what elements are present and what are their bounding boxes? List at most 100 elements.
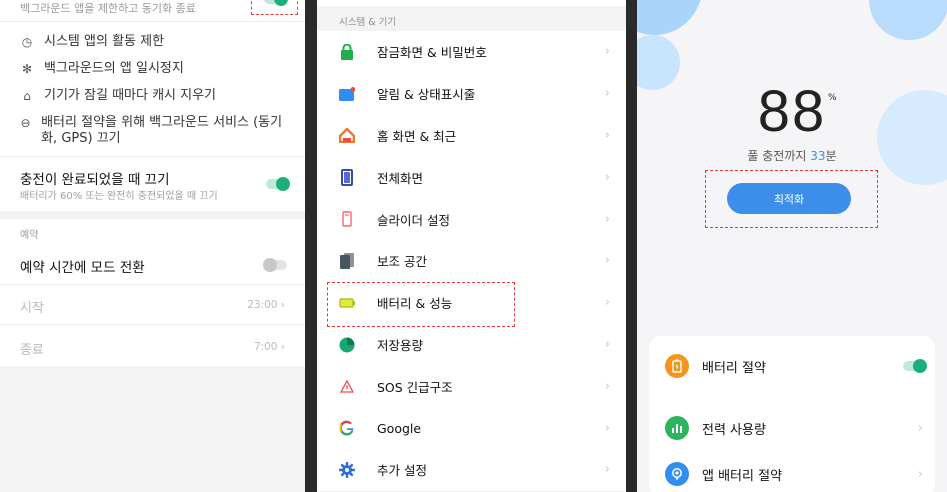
charge-off-subtitle: 배터리가 60% 또는 완전히 충전되었을 때 끄기	[20, 191, 218, 202]
card-row-battery-saver[interactable]: 배터리 절약	[649, 342, 935, 390]
battery-saver-description: 백그라운드 앱을 제한하고 동기화 종료	[20, 2, 196, 15]
card-row-app-battery-saver[interactable]: 앱 배터리 절약 ›	[649, 450, 935, 492]
start-time-value: 23:00	[247, 299, 278, 311]
charge-off-title: 충전이 완료되었을 때 끄기	[20, 172, 170, 188]
end-time-label: 종료	[20, 343, 44, 358]
chevron-right-icon: ›	[604, 127, 610, 143]
settings-item-slider[interactable]: 슬라이더 설정 ›	[317, 198, 626, 240]
full-charge-estimate: 풀 충전까지 33분	[637, 147, 947, 164]
schedule-toggle-label: 예약 시간에 모드 전환	[20, 260, 145, 276]
settings-item-label: 추가 설정	[377, 463, 427, 479]
settings-item-second-space[interactable]: 보조 공간 ›	[317, 240, 626, 282]
settings-list-panel: 시스템 & 기기 잠금화면 & 비밀번호 › 알림 & 상태표시줄 › 홈 화면…	[317, 0, 626, 492]
home-icon	[339, 128, 355, 144]
end-time-value: 7:00	[253, 341, 278, 353]
chevron-right-icon: ›	[917, 420, 923, 436]
battery-percent: 88	[757, 79, 827, 144]
battery-options-card: 배터리 절약 전력 사용량 › 앱 배터리 절약 ›	[649, 336, 935, 492]
charge-off-toggle[interactable]	[266, 177, 290, 191]
percent-sign: %	[828, 93, 837, 103]
settings-item-label: 홈 화면 & 최근	[377, 128, 457, 144]
divider	[0, 284, 305, 285]
option-text: 배터리 절약을 위해 백그라운드 서비스 (동기화, GPS) 끄기	[41, 115, 283, 146]
chevron-right-icon: ›	[604, 253, 610, 269]
card-row-label: 전력 사용량	[702, 422, 766, 438]
gear-icon	[339, 461, 355, 478]
chevron-right-icon: ›	[604, 211, 610, 227]
chevron-right-icon: ›	[917, 466, 923, 482]
start-time-label: 시작	[20, 301, 44, 316]
option-text: 기기가 잠길 때마다 캐시 지우기	[44, 88, 217, 103]
settings-list: 잠금화면 & 비밀번호 › 알림 & 상태표시줄 › 홈 화면 & 최근 › 전…	[317, 31, 626, 491]
chevron-right-icon: ›	[604, 462, 610, 478]
battery-saver-toggle[interactable]	[903, 359, 927, 373]
google-icon	[339, 420, 355, 436]
option-limit-system-apps: ◷ 시스템 앱의 활동 제한	[20, 34, 164, 50]
broom-icon: ⌂	[23, 89, 31, 103]
settings-item-label: 슬라이더 설정	[377, 212, 450, 228]
fullscreen-icon	[339, 168, 355, 186]
app-battery-icon	[665, 462, 689, 486]
battery-saver-icon	[665, 354, 689, 378]
settings-item-label: SOS 긴급구조	[377, 379, 453, 395]
clone-icon	[339, 252, 355, 269]
settings-item-home-screen[interactable]: 홈 화면 & 최근 ›	[317, 115, 626, 157]
empty-area	[0, 366, 305, 492]
settings-item-label: 보조 공간	[377, 254, 427, 270]
battery-overview-panel: 88 % 풀 충전까지 33분 최적화 배터리 절약 전력 사용량 › 앱 배터…	[637, 0, 947, 492]
highlight-box	[705, 170, 878, 228]
charge-prefix: 풀 충전까지	[747, 149, 811, 163]
chevron-right-icon: ›	[604, 169, 610, 185]
decorative-bubble	[637, 0, 702, 35]
bar-chart-icon	[665, 416, 689, 440]
start-time-row[interactable]: 23:00 ›	[247, 299, 285, 311]
settings-item-label: 전체화면	[377, 170, 424, 186]
option-disable-background-services: ⊖ 배터리 절약을 위해 백그라운드 서비스 (동기화, GPS) 끄기	[20, 115, 295, 147]
option-clear-cache-on-lock: ⌂ 기기가 잠길 때마다 캐시 지우기	[20, 88, 216, 104]
option-text: 백그라운드의 앱 일시정지	[44, 61, 184, 76]
card-row-power-usage[interactable]: 전력 사용량 ›	[649, 404, 935, 452]
card-row-label: 배터리 절약	[702, 360, 766, 376]
section-separator	[0, 211, 305, 219]
charge-minutes: 33	[810, 149, 826, 163]
notification-icon	[339, 86, 355, 102]
battery-saver-settings-panel: 백그라운드 앱을 제한하고 동기화 종료 ◷ 시스템 앱의 활동 제한 ✻ 백그…	[0, 0, 305, 492]
decorative-bubble	[869, 0, 947, 40]
settings-item-label: Google	[377, 420, 422, 436]
chevron-right-icon: ›	[604, 86, 610, 102]
divider	[0, 156, 305, 157]
chevron-right-icon: ›	[604, 295, 610, 311]
settings-item-fullscreen[interactable]: 전체화면 ›	[317, 156, 626, 198]
lock-icon	[339, 44, 355, 60]
chevron-right-icon: ›	[604, 44, 610, 60]
storage-icon	[339, 337, 355, 353]
section-caption: 시스템 & 기기	[339, 17, 397, 28]
charge-suffix: 분	[825, 149, 837, 163]
settings-item-notifications[interactable]: 알림 & 상태표시줄 ›	[317, 73, 626, 115]
card-row-label: 앱 배터리 절약	[702, 468, 783, 484]
snowflake-icon: ✻	[21, 62, 33, 76]
highlight-box	[251, 0, 298, 15]
settings-item-label: 잠금화면 & 비밀번호	[377, 45, 487, 61]
slider-icon	[339, 211, 355, 227]
settings-item-lock-screen[interactable]: 잠금화면 & 비밀번호 ›	[317, 31, 626, 73]
settings-item-storage[interactable]: 저장용량 ›	[317, 324, 626, 366]
chevron-right-icon: ›	[604, 336, 610, 352]
settings-item-label: 저장용량	[377, 337, 424, 353]
option-freeze-background-apps: ✻ 백그라운드의 앱 일시정지	[20, 61, 184, 77]
schedule-section-caption: 예약	[20, 230, 39, 241]
sos-icon	[339, 378, 355, 394]
clock-icon: ◷	[21, 35, 33, 49]
end-time-row[interactable]: 7:00 ›	[254, 341, 285, 353]
settings-item-sos[interactable]: SOS 긴급구조 ›	[317, 365, 626, 407]
settings-item-google[interactable]: Google ›	[317, 407, 626, 449]
chevron-right-icon: ›	[604, 420, 610, 436]
settings-item-additional[interactable]: 추가 설정 ›	[317, 449, 626, 491]
chevron-right-icon: ›	[604, 378, 610, 394]
option-text: 시스템 앱의 활동 제한	[44, 34, 165, 49]
schedule-toggle[interactable]	[263, 258, 287, 272]
divider	[0, 21, 305, 22]
top-strip	[317, 0, 626, 6]
minus-circle-icon: ⊖	[20, 116, 31, 130]
divider	[0, 324, 305, 325]
